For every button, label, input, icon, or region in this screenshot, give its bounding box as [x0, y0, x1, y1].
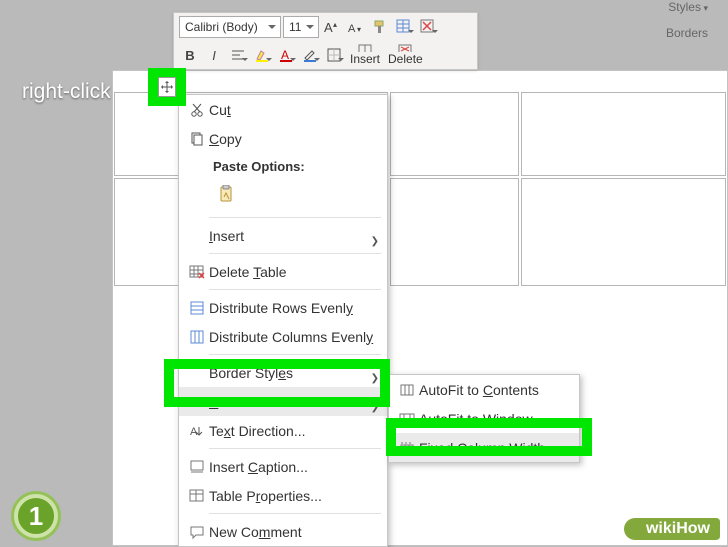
align-icon[interactable]	[227, 44, 249, 66]
cut-icon	[185, 102, 209, 118]
format-painter-icon[interactable]	[369, 16, 391, 38]
wikihow-watermark: wikiHow	[624, 518, 720, 540]
menu-distribute-rows-label: Distribute Rows Evenly	[209, 300, 353, 316]
bold-icon[interactable]: B	[179, 44, 201, 66]
menu-table-properties-label: Table Properties...	[209, 488, 322, 504]
delete-icon	[398, 44, 412, 52]
step-badge: 1	[14, 494, 58, 538]
menu-text-direction-label: Text Direction...	[209, 423, 306, 439]
styles-dropdown[interactable]: Styles	[666, 0, 708, 14]
submenu-autofit-contents[interactable]: AutoFit to Contents	[389, 375, 579, 404]
menu-insert-caption[interactable]: Insert Caption...	[179, 452, 387, 481]
menu-delete-table-label: Delete Table	[209, 264, 287, 280]
font-size-select[interactable]: 11	[283, 16, 319, 38]
table-style-icon[interactable]	[393, 16, 415, 38]
table-delete-icon[interactable]	[417, 16, 439, 38]
distribute-cols-icon	[185, 329, 209, 345]
paste-options-row	[179, 176, 387, 214]
font-name-select[interactable]: Calibri (Body)	[179, 16, 281, 38]
svg-text:▾: ▾	[357, 25, 361, 34]
borders-icon[interactable]	[323, 44, 345, 66]
svg-text:A: A	[281, 48, 289, 62]
svg-text:▴: ▴	[333, 20, 337, 29]
insert-icon	[358, 44, 372, 52]
text-direction-icon: A	[185, 423, 209, 439]
autofit-window-icon	[395, 411, 419, 427]
svg-text:A: A	[190, 426, 198, 438]
submenu-window-label: AutoFit to Window	[419, 411, 571, 427]
menu-copy-label: Copy	[209, 131, 242, 147]
submenu-fixed-label: Fixed Column Width	[419, 440, 571, 456]
svg-text:A: A	[348, 23, 356, 35]
menu-table-properties[interactable]: Table Properties...	[179, 481, 387, 510]
menu-new-comment-label: New Comment	[209, 524, 302, 540]
menu-text-direction[interactable]: A Text Direction...	[179, 416, 387, 445]
font-color-icon[interactable]: A	[275, 44, 297, 66]
delete-table-icon	[185, 264, 209, 280]
paste-options-label: Paste Options:	[179, 153, 387, 176]
menu-autofit[interactable]: AutoFit	[179, 387, 387, 416]
menu-copy[interactable]: Copy	[179, 124, 387, 153]
border-color-icon[interactable]	[299, 44, 321, 66]
comment-icon	[185, 524, 209, 540]
paste-keep-source-icon[interactable]	[213, 180, 241, 208]
menu-delete-table[interactable]: Delete Table	[179, 257, 387, 286]
svg-text:A: A	[324, 20, 333, 35]
menu-distribute-cols[interactable]: Distribute Columns Evenly	[179, 322, 387, 351]
autofit-contents-icon	[395, 382, 419, 398]
header-right: Styles Borders	[666, 0, 708, 40]
delete-button[interactable]: Delete	[385, 44, 426, 66]
submenu-autofit-window[interactable]: AutoFit to Window	[389, 404, 579, 433]
borders-label[interactable]: Borders	[666, 26, 708, 40]
menu-cut[interactable]: Cut	[179, 95, 387, 124]
menu-autofit-label: AutoFit	[209, 394, 253, 410]
caption-icon	[185, 459, 209, 475]
copy-icon	[185, 131, 209, 147]
mini-toolbar: Calibri (Body) 11 A▴ A▾ B I A	[173, 12, 478, 70]
menu-new-comment[interactable]: New Comment	[179, 517, 387, 546]
insert-button[interactable]: Insert	[347, 44, 383, 66]
menu-insert-caption-label: Insert Caption...	[209, 459, 308, 475]
menu-insert-label: Insert	[209, 228, 244, 244]
menu-distribute-rows[interactable]: Distribute Rows Evenly	[179, 293, 387, 322]
fixed-width-icon	[395, 440, 419, 456]
right-click-label: right-click	[22, 80, 111, 104]
distribute-rows-icon	[185, 300, 209, 316]
menu-cut-label: Cut	[209, 102, 231, 118]
increase-font-icon[interactable]: A▴	[321, 16, 343, 38]
autofit-submenu: AutoFit to Contents AutoFit to Window Fi…	[388, 374, 580, 463]
decrease-font-icon[interactable]: A▾	[345, 16, 367, 38]
submenu-contents-label: AutoFit to Contents	[419, 382, 571, 398]
context-menu: Cut Copy Paste Options: Insert Delete Ta…	[178, 94, 388, 547]
menu-insert[interactable]: Insert	[179, 221, 387, 250]
italic-icon[interactable]: I	[203, 44, 225, 66]
highlight-icon[interactable]	[251, 44, 273, 66]
table-properties-icon	[185, 488, 209, 504]
submenu-fixed-width[interactable]: Fixed Column Width	[389, 433, 579, 462]
menu-border-styles-label: Border Styles	[209, 365, 293, 381]
menu-distribute-cols-label: Distribute Columns Evenly	[209, 329, 373, 345]
menu-border-styles[interactable]: Border Styles	[179, 358, 387, 387]
